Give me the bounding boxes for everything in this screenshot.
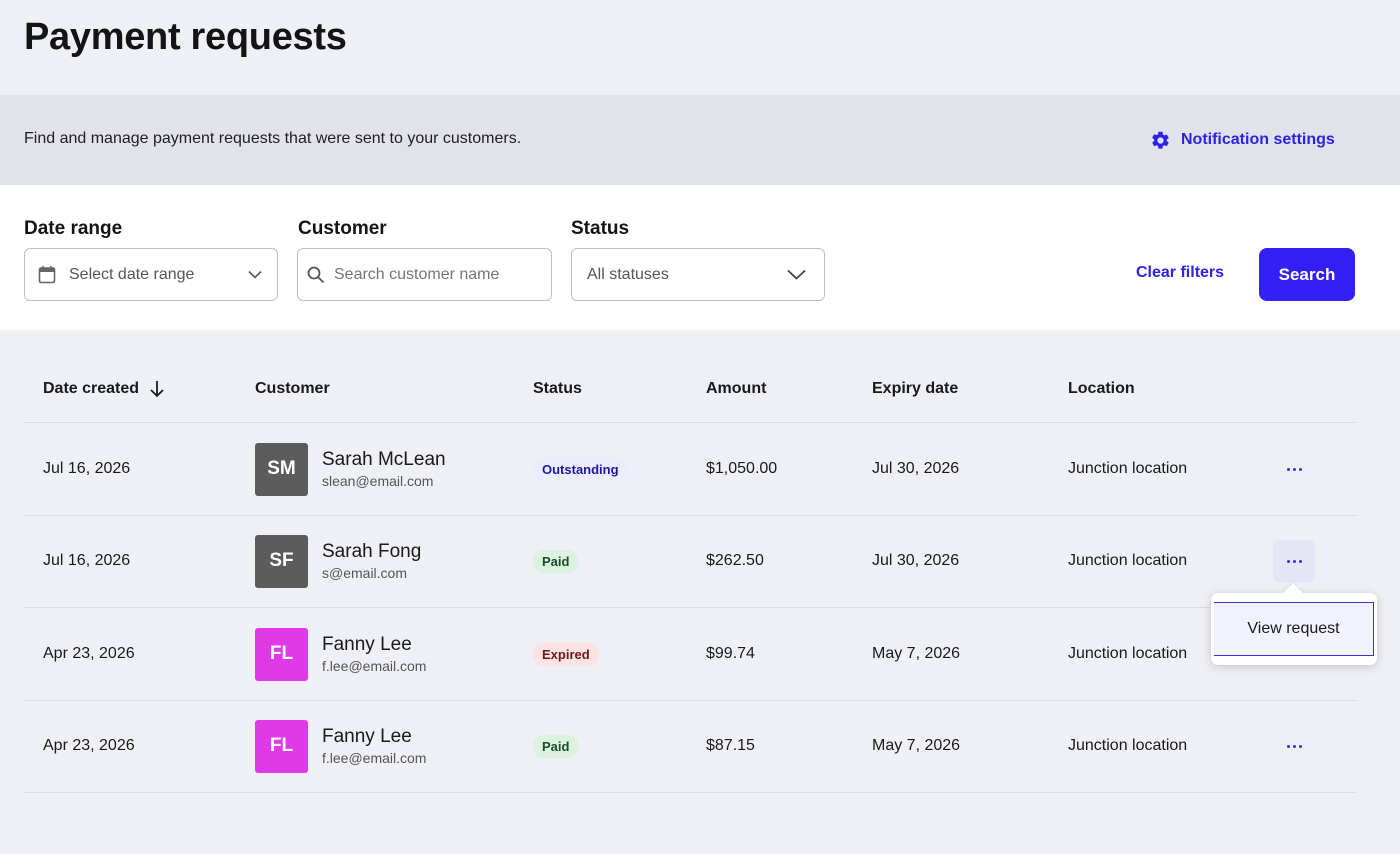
row-customer: FL Fanny Lee f.lee@email.com bbox=[255, 608, 426, 700]
more-horizontal-icon bbox=[1286, 467, 1302, 471]
chevron-down-icon bbox=[768, 269, 824, 280]
calendar-icon bbox=[25, 265, 69, 284]
notification-settings-link[interactable]: Notification settings bbox=[1150, 127, 1335, 153]
column-header-date-created[interactable]: Date created bbox=[43, 380, 165, 398]
row-date: Jul 16, 2026 bbox=[43, 552, 131, 569]
row-divider bbox=[24, 792, 1356, 793]
row-location: Junction location bbox=[1068, 645, 1188, 662]
avatar: SF bbox=[255, 534, 308, 588]
notification-settings-label: Notification settings bbox=[1181, 131, 1335, 148]
customer-search-input[interactable] bbox=[334, 265, 551, 284]
row-date: Apr 23, 2026 bbox=[43, 737, 135, 754]
customer-name: Sarah Fong bbox=[322, 541, 422, 562]
column-header-location: Location bbox=[1068, 380, 1135, 397]
customer-email: s@email.com bbox=[322, 565, 408, 581]
date-range-label: Date range bbox=[24, 218, 123, 239]
row-amount: $99.74 bbox=[706, 645, 755, 662]
table-row: Jul 16, 2026 SF Sarah Fong s@email.com P… bbox=[24, 515, 1356, 607]
row-expiry-date: May 7, 2026 bbox=[872, 737, 961, 754]
status-select[interactable]: All statuses bbox=[571, 248, 825, 301]
customer-search-field[interactable] bbox=[297, 248, 552, 301]
row-amount: $87.15 bbox=[706, 737, 755, 754]
row-actions-button[interactable] bbox=[1273, 448, 1315, 490]
clear-filters-link[interactable]: Clear filters bbox=[1136, 264, 1224, 282]
search-icon bbox=[298, 266, 334, 284]
table-row: Jul 16, 2026 SM Sarah McLean slean@email… bbox=[24, 423, 1356, 515]
customer-name: Sarah McLean bbox=[322, 449, 446, 470]
row-expiry-date: May 7, 2026 bbox=[872, 645, 961, 662]
gear-icon bbox=[1152, 131, 1169, 149]
row-expiry-date: Jul 30, 2026 bbox=[872, 552, 960, 569]
avatar: FL bbox=[255, 719, 308, 773]
customer-name: Fanny Lee bbox=[322, 634, 412, 655]
row-date: Jul 16, 2026 bbox=[43, 460, 131, 477]
chevron-down-icon bbox=[233, 270, 277, 279]
row-location: Junction location bbox=[1068, 737, 1188, 754]
avatar: FL bbox=[255, 627, 308, 681]
date-created-header-label: Date created bbox=[43, 380, 140, 397]
column-header-amount: Amount bbox=[706, 380, 767, 397]
column-header-customer: Customer bbox=[255, 380, 330, 397]
status-badge: Expired bbox=[533, 642, 599, 666]
row-location: Junction location bbox=[1068, 552, 1188, 569]
row-actions-button[interactable] bbox=[1273, 725, 1315, 767]
view-request-menu-item[interactable]: View request bbox=[1214, 602, 1374, 656]
page-title: Payment requests bbox=[24, 16, 347, 58]
status-badge: Paid bbox=[533, 549, 579, 573]
row-expiry-date: Jul 30, 2026 bbox=[872, 460, 960, 477]
table-row: Apr 23, 2026 FL Fanny Lee f.lee@email.co… bbox=[24, 608, 1356, 700]
intro-text: Find and manage payment requests that we… bbox=[24, 130, 522, 147]
customer-name: Fanny Lee bbox=[322, 726, 412, 747]
row-location: Junction location bbox=[1068, 460, 1188, 477]
row-customer: SF Sarah Fong s@email.com bbox=[255, 515, 421, 607]
customer-label: Customer bbox=[298, 218, 387, 239]
customer-email: f.lee@email.com bbox=[322, 750, 427, 766]
arrow-down-icon bbox=[150, 381, 164, 398]
customer-email: slean@email.com bbox=[322, 473, 434, 489]
row-customer: SM Sarah McLean slean@email.com bbox=[255, 423, 446, 515]
row-amount: $1,050.00 bbox=[706, 460, 778, 477]
more-horizontal-icon bbox=[1286, 559, 1302, 563]
status-select-value: All statuses bbox=[587, 265, 669, 283]
table-row: Apr 23, 2026 FL Fanny Lee f.lee@email.co… bbox=[24, 700, 1356, 792]
more-horizontal-icon bbox=[1286, 744, 1302, 748]
row-actions-button[interactable] bbox=[1273, 540, 1315, 582]
column-header-expiry-date: Expiry date bbox=[872, 380, 959, 397]
row-date: Apr 23, 2026 bbox=[43, 645, 135, 662]
customer-email: f.lee@email.com bbox=[322, 658, 427, 674]
status-label: Status bbox=[571, 218, 630, 239]
status-badge: Outstanding bbox=[533, 457, 628, 481]
search-button[interactable]: Search bbox=[1259, 248, 1355, 301]
column-header-status: Status bbox=[533, 380, 582, 397]
date-range-select[interactable]: Select date range bbox=[24, 248, 278, 301]
date-range-placeholder: Select date range bbox=[69, 265, 195, 283]
status-badge: Paid bbox=[533, 734, 579, 758]
avatar: SM bbox=[255, 442, 308, 496]
row-amount: $262.50 bbox=[706, 552, 764, 569]
row-customer: FL Fanny Lee f.lee@email.com bbox=[255, 700, 426, 792]
